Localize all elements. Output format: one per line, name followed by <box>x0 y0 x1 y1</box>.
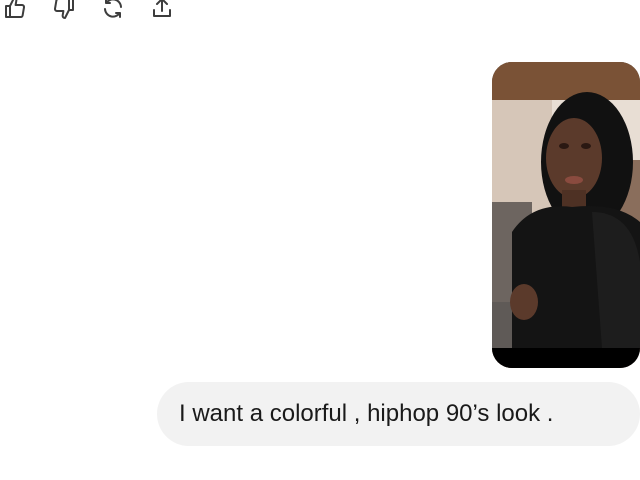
chat-page: I want a colorful , hiphop 90’s look . <box>0 0 640 480</box>
thumbs-down-icon <box>54 0 74 19</box>
regenerate-button[interactable] <box>99 0 127 22</box>
thumbs-up-icon <box>5 0 25 19</box>
dislike-button[interactable] <box>50 0 78 22</box>
share-button[interactable] <box>148 0 176 22</box>
regenerate-icon <box>104 0 122 18</box>
like-button[interactable] <box>1 0 29 22</box>
message-action-bar <box>0 0 200 24</box>
user-message-text: I want a colorful , hiphop 90’s look . <box>179 400 554 427</box>
share-icon <box>153 0 171 17</box>
image-attachment[interactable] <box>492 62 640 368</box>
user-message-bubble: I want a colorful , hiphop 90’s look . <box>157 382 640 446</box>
attached-photo <box>492 62 640 368</box>
